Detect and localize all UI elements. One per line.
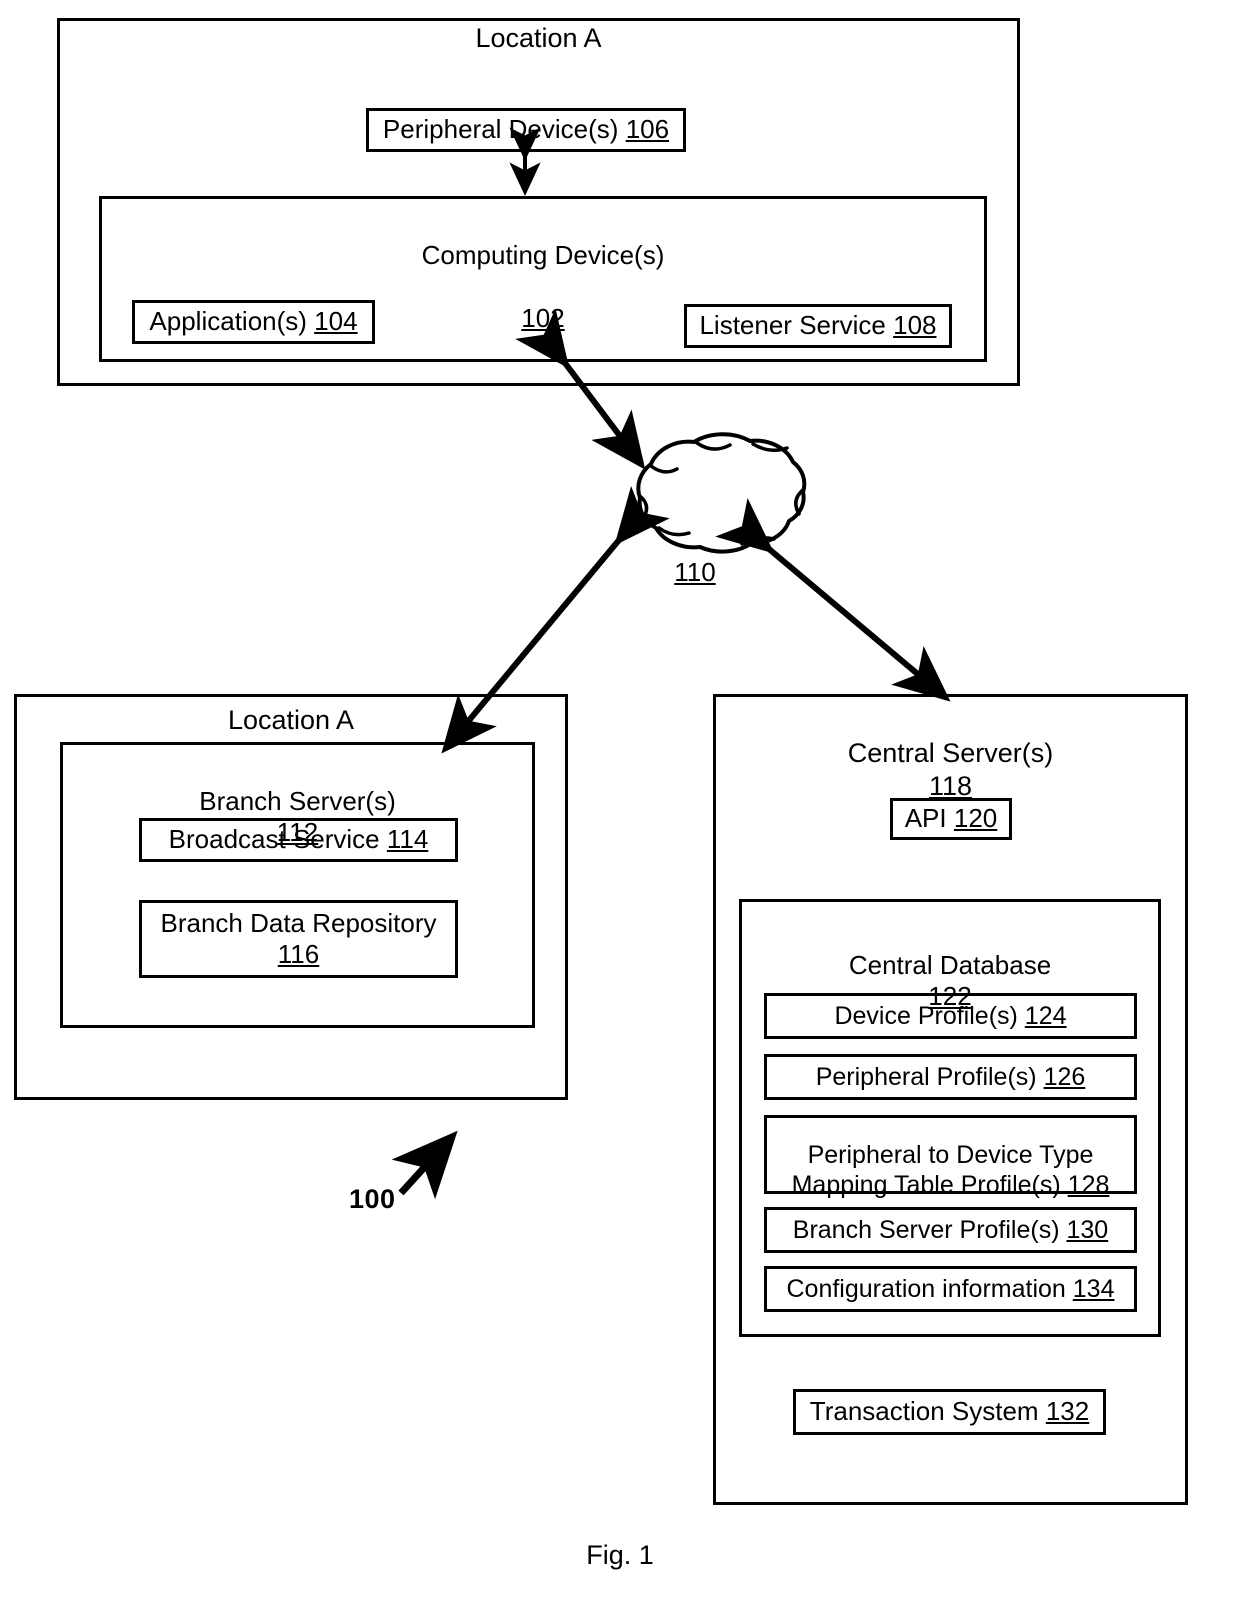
network-ref: 110 [674, 557, 716, 588]
transaction-system-box: Transaction System 132 [793, 1389, 1106, 1435]
central-server-ref: 118 [928, 770, 973, 801]
branch-location-a-title: Location A [227, 705, 355, 735]
api-ref: 120 [953, 803, 998, 834]
top-location-a-title: Location A [475, 23, 602, 53]
listener-service-label: Listener Service 108 [699, 310, 937, 341]
db-entry-label: Configuration information 134 [786, 1275, 1115, 1303]
api-label: API 120 [904, 803, 998, 834]
listener-service-box: Listener Service 108 [684, 304, 952, 348]
applications-label: Application(s) 104 [149, 306, 358, 337]
broadcast-service-ref: 114 [386, 824, 429, 855]
listener-service-ref: 108 [893, 310, 937, 341]
applications-ref: 104 [314, 306, 358, 337]
peripheral-devices-label: Peripheral Device(s) 106 [382, 114, 670, 145]
db-entry-device-profiles: Device Profile(s) 124 [764, 993, 1137, 1039]
branch-data-repository-box: Branch Data Repository 116 [139, 900, 458, 978]
applications-box: Application(s) 104 [132, 300, 375, 344]
peripheral-devices-ref: 106 [625, 114, 670, 145]
transaction-system-ref: 132 [1045, 1396, 1090, 1427]
computing-devices-ref: 102 [521, 303, 565, 334]
db-entry-label: Device Profile(s) 124 [834, 1002, 1067, 1030]
db-entry-label: Branch Server Profile(s) 130 [792, 1216, 1109, 1244]
db-entry-ref: 130 [1066, 1216, 1109, 1244]
peripheral-devices-box: Peripheral Device(s) 106 [366, 108, 686, 152]
figure-caption: Fig. 1 [586, 1540, 654, 1570]
db-entry-ref: 128 [1067, 1170, 1110, 1199]
db-entry-ref: 126 [1043, 1063, 1086, 1091]
arrow-system-pointer [391, 1130, 458, 1200]
db-entry-configuration-information: Configuration information 134 [764, 1266, 1137, 1312]
broadcast-service-box: Broadcast Service 114 [139, 818, 458, 862]
db-entry-peripheral-to-device-mapping: Peripheral to Device Type Mapping Table … [764, 1115, 1137, 1199]
broadcast-service-label: Broadcast Service 114 [168, 824, 429, 855]
branch-data-repository-label: Branch Data Repository 116 [160, 907, 437, 969]
system-reference-label: 100 [349, 1184, 396, 1214]
arrow-network-to-central-server [715, 498, 951, 702]
branch-data-repository-ref: 116 [277, 939, 320, 969]
transaction-system-label: Transaction System 132 [809, 1396, 1090, 1427]
db-entry-ref: 134 [1072, 1275, 1115, 1303]
db-entry-peripheral-profiles: Peripheral Profile(s) 126 [764, 1054, 1137, 1100]
api-box: API 120 [890, 798, 1012, 840]
central-server-title: Central Server(s) 118 [847, 737, 1054, 801]
db-entry-ref: 124 [1024, 1002, 1067, 1030]
db-entry-branch-server-profiles: Branch Server Profile(s) 130 [764, 1207, 1137, 1253]
patent-figure-page: Location A Peripheral Device(s) 106 Comp… [0, 0, 1240, 1619]
db-entry-label: Peripheral Profile(s) 126 [815, 1063, 1086, 1091]
db-entry-label: Peripheral to Device Type Mapping Table … [791, 1140, 1110, 1199]
network-cloud-label: Network 110 [647, 493, 743, 588]
